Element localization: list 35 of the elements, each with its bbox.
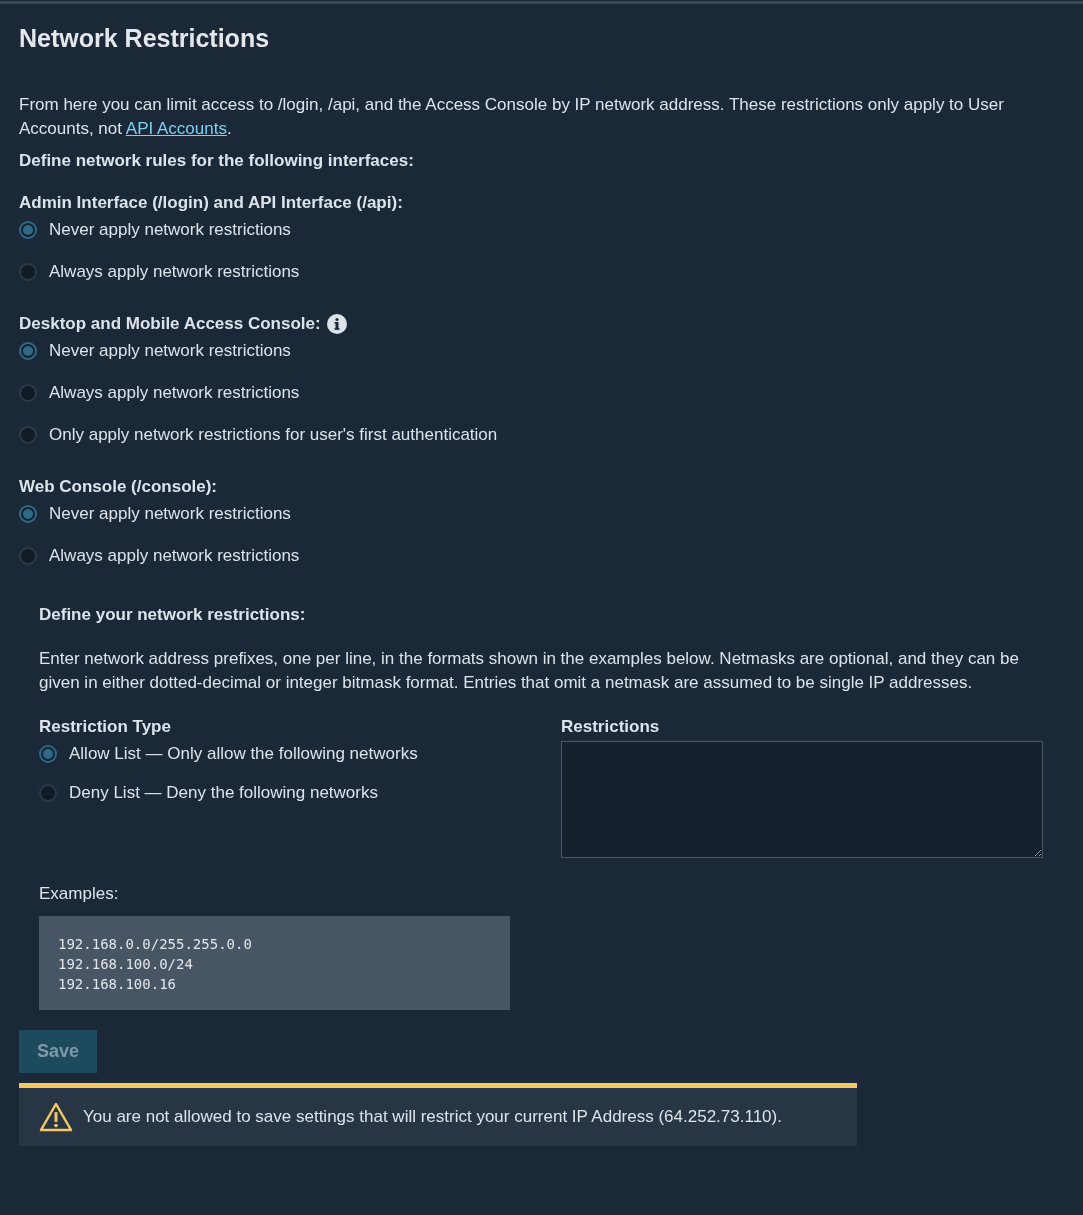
option-label: Never apply network restrictions — [49, 341, 291, 361]
option-label: Never apply network restrictions — [49, 504, 291, 524]
intro-text: From here you can limit access to /login, /api, and the Access Console by IP network address. These restrictions only apply to User Accounts, not API Accounts. — [19, 94, 1005, 140]
api-accounts-link[interactable]: API Accounts — [125, 119, 227, 138]
option-label: Allow List — Only allow the following networks — [69, 744, 418, 764]
page-title: Network Restrictions — [19, 24, 271, 53]
option-label: Always apply network restrictions — [49, 546, 300, 566]
option-label: Always apply network restrictions — [49, 383, 300, 403]
examples-label: Examples: — [39, 883, 120, 905]
radio-button[interactable] — [19, 263, 37, 281]
warning-icon — [39, 1102, 73, 1132]
radio-button[interactable] — [39, 745, 57, 763]
radio-button[interactable] — [19, 426, 37, 444]
section-heading: Define your network restrictions: — [39, 604, 307, 626]
restrictions-field[interactable] — [561, 741, 1043, 858]
field-label: Restrictions — [561, 716, 661, 738]
group-heading: Web Console (/console): — [19, 476, 218, 498]
examples-block: 192.168.0.0/255.255.0.0 192.168.100.0/24 192.168.100.16 — [39, 916, 510, 1010]
option-label: Deny List — Deny the following networks — [69, 783, 378, 803]
group-heading: Admin Interface (/login) and API Interface (/api): — [19, 192, 403, 214]
info-icon[interactable] — [326, 314, 347, 334]
section-heading: Define network rules for the following interfaces: — [19, 150, 415, 172]
option-label: Never apply network restrictions — [49, 220, 291, 240]
radio-button[interactable] — [19, 384, 37, 402]
radio-button[interactable] — [19, 342, 37, 360]
radio-button[interactable] — [19, 547, 37, 565]
option-label: Always apply network restrictions — [49, 262, 300, 282]
option-label: Only apply network restrictions for user's first authentication — [49, 425, 498, 445]
radio-button[interactable] — [19, 221, 37, 239]
radio-button[interactable] — [19, 505, 37, 523]
radio-button[interactable] — [39, 784, 57, 802]
group-heading: Desktop and Mobile Access Console: — [19, 313, 321, 335]
field-label: Restriction Type — [39, 716, 172, 738]
description-text: Enter network address prefixes, one per line, in the formats shown in the examples below. Netmasks are optional, and they can be given in either dotted-decimal or integer bitmask format. Entries that omit a netmask are assumed to be single IP addresses. — [39, 648, 1020, 694]
warning-text: You are not allowed to save settings that will restrict your current IP Address (64.252.73.110). — [83, 1107, 782, 1127]
